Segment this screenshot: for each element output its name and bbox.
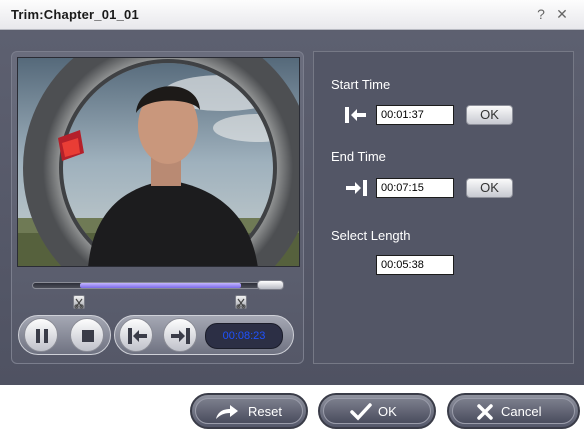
- ok-button[interactable]: OK: [318, 393, 436, 429]
- video-frame-image: [18, 58, 299, 266]
- start-time-ok-button[interactable]: OK: [466, 105, 513, 125]
- set-end-button[interactable]: [163, 318, 197, 352]
- reset-button[interactable]: Reset: [190, 393, 308, 429]
- dialog-body: Start Time OK End Time OK Select Length: [0, 31, 584, 385]
- select-length-field: [376, 255, 454, 275]
- start-time-input[interactable]: [376, 105, 454, 125]
- trim-settings-panel: Start Time OK End Time OK Select Length: [313, 51, 574, 364]
- stop-button[interactable]: [70, 318, 104, 352]
- help-button[interactable]: ?: [532, 5, 550, 23]
- selection-range: [80, 283, 242, 288]
- set-end-icon[interactable]: [344, 178, 368, 198]
- stop-icon: [82, 330, 94, 342]
- close-button[interactable]: ✕: [553, 5, 571, 23]
- set-start-icon[interactable]: [344, 105, 368, 125]
- current-time-display: 00:08:23: [205, 323, 283, 349]
- end-time-label: End Time: [331, 149, 386, 164]
- cancel-button[interactable]: Cancel: [447, 393, 580, 429]
- window-title: Trim:Chapter_01_01: [11, 7, 139, 22]
- x-icon: [477, 404, 493, 420]
- trim-dialog: Trim:Chapter_01_01 ? ✕ Start Time 00:01:…: [0, 0, 584, 439]
- start-marker-scissors-icon[interactable]: [72, 295, 85, 309]
- checkmark-icon: [350, 403, 372, 421]
- set-start-button[interactable]: [119, 318, 153, 352]
- cancel-button-label: Cancel: [501, 404, 542, 419]
- title-bar: Trim:Chapter_01_01 ? ✕: [0, 0, 584, 30]
- reset-button-label: Reset: [248, 404, 282, 419]
- end-marker-scissors-icon[interactable]: [235, 295, 247, 309]
- start-time-label: Start Time: [331, 77, 391, 92]
- select-length-label: Select Length: [331, 228, 411, 243]
- ok-button-label: OK: [378, 404, 397, 419]
- pause-button[interactable]: [24, 318, 58, 352]
- end-time-ok-button[interactable]: OK: [466, 178, 513, 198]
- set-start-icon: [128, 328, 147, 344]
- end-time-input[interactable]: [376, 178, 454, 198]
- video-preview: [17, 57, 300, 267]
- set-end-icon: [171, 328, 190, 344]
- reset-arrow-icon: [216, 405, 238, 419]
- timeline-slider[interactable]: [32, 282, 282, 289]
- slider-thumb[interactable]: [257, 280, 284, 290]
- pause-icon: [36, 329, 48, 343]
